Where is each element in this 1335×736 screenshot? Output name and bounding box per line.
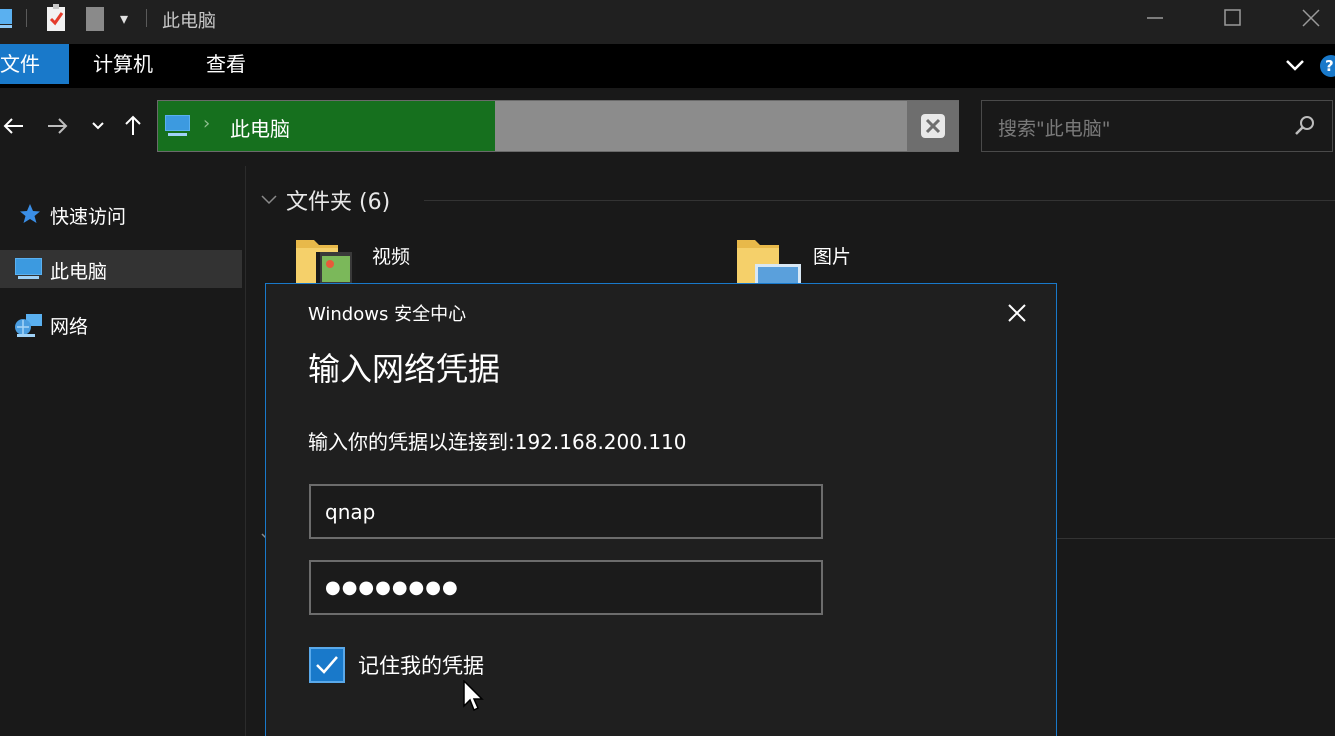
folder-label: 视频 (372, 246, 411, 268)
minimize-button[interactable] (1116, 0, 1194, 36)
back-arrow-icon (3, 118, 23, 134)
forward-arrow-icon (48, 118, 68, 134)
navigation-bar: › 此电脑 搜索"此电脑" (0, 88, 1335, 166)
ribbon-expand-icon[interactable] (1284, 56, 1306, 78)
search-input[interactable]: 搜索"此电脑" (998, 114, 1110, 141)
properties-icon[interactable] (44, 4, 70, 38)
stop-loading-button[interactable] (907, 101, 959, 151)
close-icon (1008, 304, 1026, 322)
computer-icon[interactable] (0, 6, 14, 36)
navigation-pane: 快速访问 此电脑 网络 (0, 166, 246, 736)
folder-label: 图片 (813, 246, 852, 268)
chevron-down-icon (92, 122, 104, 130)
qat-dropdown-icon[interactable]: ▾ (120, 9, 128, 28)
window-title: 此电脑 (162, 11, 216, 32)
remember-credentials-label[interactable]: 记住我的凭据 (358, 650, 484, 680)
up-arrow-icon (125, 115, 141, 135)
password-field[interactable]: ●●●●●●●● (309, 560, 823, 615)
computer-icon (164, 114, 192, 142)
mouse-cursor-icon (463, 679, 485, 718)
chevron-down-icon[interactable] (260, 192, 278, 211)
up-button[interactable] (119, 112, 147, 140)
close-button[interactable] (1272, 0, 1335, 36)
back-button[interactable] (0, 112, 28, 140)
checkmark-icon (316, 656, 338, 674)
maximize-icon (1224, 9, 1241, 26)
group-header-folders[interactable]: 文件夹 (6) (286, 184, 390, 216)
close-icon (921, 114, 945, 138)
pictures-folder-icon (735, 236, 803, 290)
forward-button[interactable] (43, 112, 71, 140)
remember-credentials-checkbox[interactable] (309, 647, 345, 683)
sidebar-item-this-pc[interactable]: 此电脑 (0, 250, 242, 288)
help-icon[interactable]: ? (1320, 55, 1335, 77)
credentials-dialog: Windows 安全中心 输入网络凭据 输入你的凭据以连接到:192.168.2… (265, 283, 1057, 736)
minimize-icon (1147, 17, 1163, 19)
new-folder-icon[interactable] (84, 5, 108, 37)
title-bar: ▾ 此电脑 (0, 0, 1335, 44)
sidebar-item-label: 快速访问 (50, 206, 127, 228)
close-icon (1302, 9, 1320, 27)
computer-icon (14, 257, 44, 285)
divider (424, 200, 1335, 201)
dialog-message: 输入你的凭据以连接到:192.168.200.110 (308, 430, 687, 454)
dialog-close-button[interactable] (1002, 298, 1032, 328)
ribbon: 文件 计算机 查看 ? (0, 44, 1335, 88)
videos-folder-icon (294, 236, 358, 290)
search-icon[interactable] (1294, 115, 1316, 141)
breadcrumb-separator[interactable]: › (203, 113, 210, 134)
tab-computer[interactable]: 计算机 (93, 44, 153, 84)
search-box[interactable]: 搜索"此电脑" (981, 100, 1333, 152)
dialog-app-name: Windows 安全中心 (308, 304, 467, 325)
username-field[interactable]: qnap (309, 484, 823, 539)
sidebar-item-label: 网络 (50, 316, 89, 338)
tab-view[interactable]: 查看 (206, 44, 246, 84)
sidebar-item-network[interactable]: 网络 (0, 305, 242, 343)
breadcrumb-this-pc[interactable]: 此电脑 (230, 113, 290, 142)
tab-file[interactable]: 文件 (0, 44, 69, 84)
star-icon (18, 202, 42, 230)
separator (146, 9, 147, 27)
recent-locations-button[interactable] (84, 112, 112, 140)
sidebar-item-label: 此电脑 (50, 261, 108, 283)
maximize-button[interactable] (1194, 0, 1272, 36)
sidebar-item-quick-access[interactable]: 快速访问 (0, 195, 242, 233)
network-icon (14, 312, 44, 342)
address-bar[interactable]: › 此电脑 (157, 100, 959, 152)
dialog-title: 输入网络凭据 (308, 350, 501, 388)
divider (1056, 538, 1335, 539)
separator (26, 9, 27, 27)
